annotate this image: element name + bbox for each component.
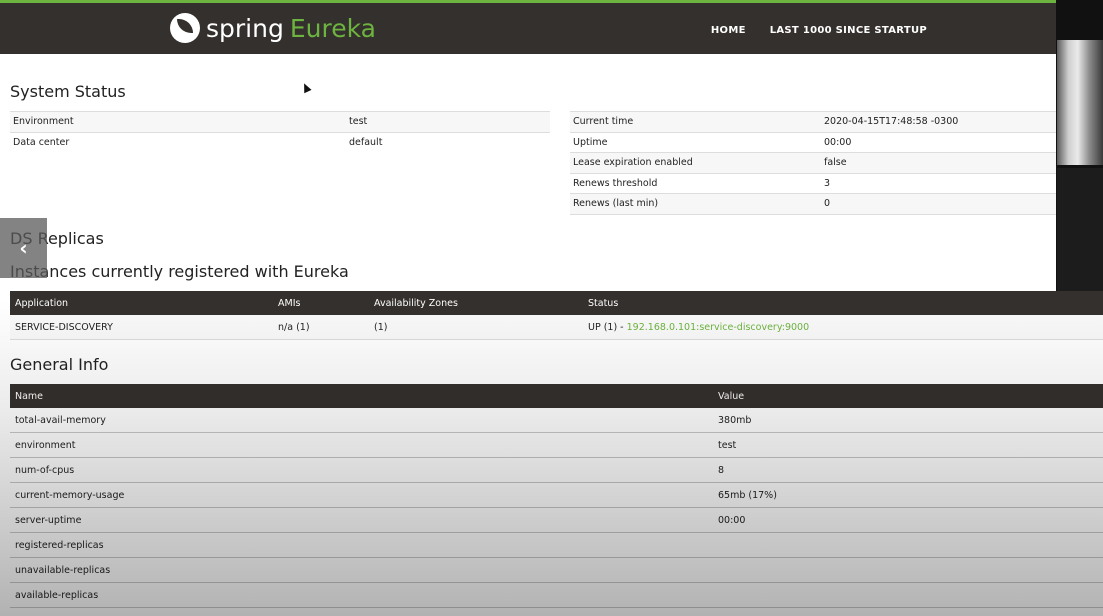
table-row: current-memory-usage 65mb (17%) xyxy=(10,482,1103,508)
brand-name-eureka: Eureka xyxy=(289,13,376,43)
table-header-row: Application AMIs Availability Zones Stat… xyxy=(10,291,1103,315)
nav-menu: HOME LAST 1000 SINCE STARTUP xyxy=(711,25,927,36)
spring-leaf-icon xyxy=(170,13,200,43)
status-value: false xyxy=(821,152,1056,173)
application-cell: SERVICE-DISCOVERY xyxy=(10,315,273,340)
status-cell: UP (1) - 192.168.0.101:service-discovery… xyxy=(583,315,1103,340)
table-row: Renews threshold 3 xyxy=(570,172,1056,194)
info-value: 65mb (17%) xyxy=(713,482,1103,508)
table-row: Uptime 00:00 xyxy=(570,131,1056,153)
info-name: current-memory-usage xyxy=(10,482,713,508)
instance-link[interactable]: 192.168.0.101:service-discovery:9000 xyxy=(627,322,810,333)
column-header: Status xyxy=(583,291,1103,315)
status-value: 2020-04-15T17:48:58 -0300 xyxy=(821,111,1056,132)
column-header: AMIs xyxy=(273,291,369,315)
column-header: Availability Zones xyxy=(369,291,583,315)
table-row: num-of-cpus 8 xyxy=(10,457,1103,483)
status-label: Current time xyxy=(570,111,821,132)
amis-cell: n/a (1) xyxy=(273,315,369,340)
info-name: server-uptime xyxy=(10,507,713,533)
status-value: test xyxy=(346,111,550,132)
table-row: registered-replicas xyxy=(10,532,1103,558)
general-info-title: General Info xyxy=(10,355,109,374)
info-name: available-replicas xyxy=(10,582,713,608)
table-row: server-uptime 00:00 xyxy=(10,507,1103,533)
spring-eureka-logo[interactable]: spring Eureka xyxy=(170,11,376,45)
system-status-left-table: Environment test Data center default xyxy=(10,111,550,152)
brand-name-spring: spring xyxy=(206,13,284,43)
table-row: environment test xyxy=(10,432,1103,458)
column-header: Value xyxy=(713,384,1103,408)
table-header-row: Name Value xyxy=(10,384,1103,408)
column-header: Application xyxy=(10,291,273,315)
mouse-cursor-icon xyxy=(300,81,312,94)
table-row: Current time 2020-04-15T17:48:58 -0300 xyxy=(570,111,1056,132)
table-row: unavailable-replicas xyxy=(10,557,1103,583)
status-label: Renews threshold xyxy=(570,172,821,194)
table-row: Environment test xyxy=(10,111,550,132)
status-label: Uptime xyxy=(570,131,821,153)
nav-last1000-link[interactable]: LAST 1000 SINCE STARTUP xyxy=(770,25,927,36)
general-info-table: Name Value total-avail-memory 380mb envi… xyxy=(10,384,1103,608)
info-value xyxy=(713,557,1103,583)
system-status-title: System Status xyxy=(10,82,126,101)
status-value: 00:00 xyxy=(821,131,1056,153)
table-row: Lease expiration enabled false xyxy=(570,152,1056,173)
system-status-right-table: Current time 2020-04-15T17:48:58 -0300 U… xyxy=(570,111,1056,215)
info-value xyxy=(713,532,1103,558)
status-prefix: UP (1) - xyxy=(588,321,627,333)
table-row: available-replicas xyxy=(10,582,1103,608)
webcam-thumbnail-lower xyxy=(1057,168,1103,291)
instances-title: Instances currently registered with Eure… xyxy=(10,262,349,281)
info-value: test xyxy=(713,432,1103,458)
chevron-left-icon: ‹ xyxy=(19,236,28,260)
table-row: Data center default xyxy=(10,131,550,152)
back-chevron-button[interactable]: ‹ xyxy=(0,218,47,278)
eureka-dashboard: spring Eureka HOME LAST 1000 SINCE START… xyxy=(0,0,1103,616)
nav-home-link[interactable]: HOME xyxy=(711,25,746,36)
info-value xyxy=(713,582,1103,608)
top-navbar: spring Eureka HOME LAST 1000 SINCE START… xyxy=(0,0,1056,54)
instances-table: Application AMIs Availability Zones Stat… xyxy=(10,291,1103,340)
table-row: total-avail-memory 380mb xyxy=(10,408,1103,433)
status-value: default xyxy=(346,131,550,152)
table-row: Renews (last min) 0 xyxy=(570,193,1056,215)
info-name: num-of-cpus xyxy=(10,457,713,483)
status-label: Renews (last min) xyxy=(570,193,821,215)
info-name: total-avail-memory xyxy=(10,408,713,433)
info-name: environment xyxy=(10,432,713,458)
status-value: 3 xyxy=(821,172,1056,194)
status-label: Data center xyxy=(10,131,346,152)
info-name: unavailable-replicas xyxy=(10,557,713,583)
info-value: 00:00 xyxy=(713,507,1103,533)
status-label: Environment xyxy=(10,111,346,132)
table-row: SERVICE-DISCOVERY n/a (1) (1) UP (1) - 1… xyxy=(10,315,1103,340)
info-value: 380mb xyxy=(713,408,1103,433)
column-header: Name xyxy=(10,384,713,408)
webcam-thumbnail xyxy=(1057,40,1103,165)
info-name: registered-replicas xyxy=(10,532,713,558)
info-value: 8 xyxy=(713,457,1103,483)
zones-cell: (1) xyxy=(369,315,583,340)
status-label: Lease expiration enabled xyxy=(570,152,821,173)
status-value: 0 xyxy=(821,193,1056,215)
